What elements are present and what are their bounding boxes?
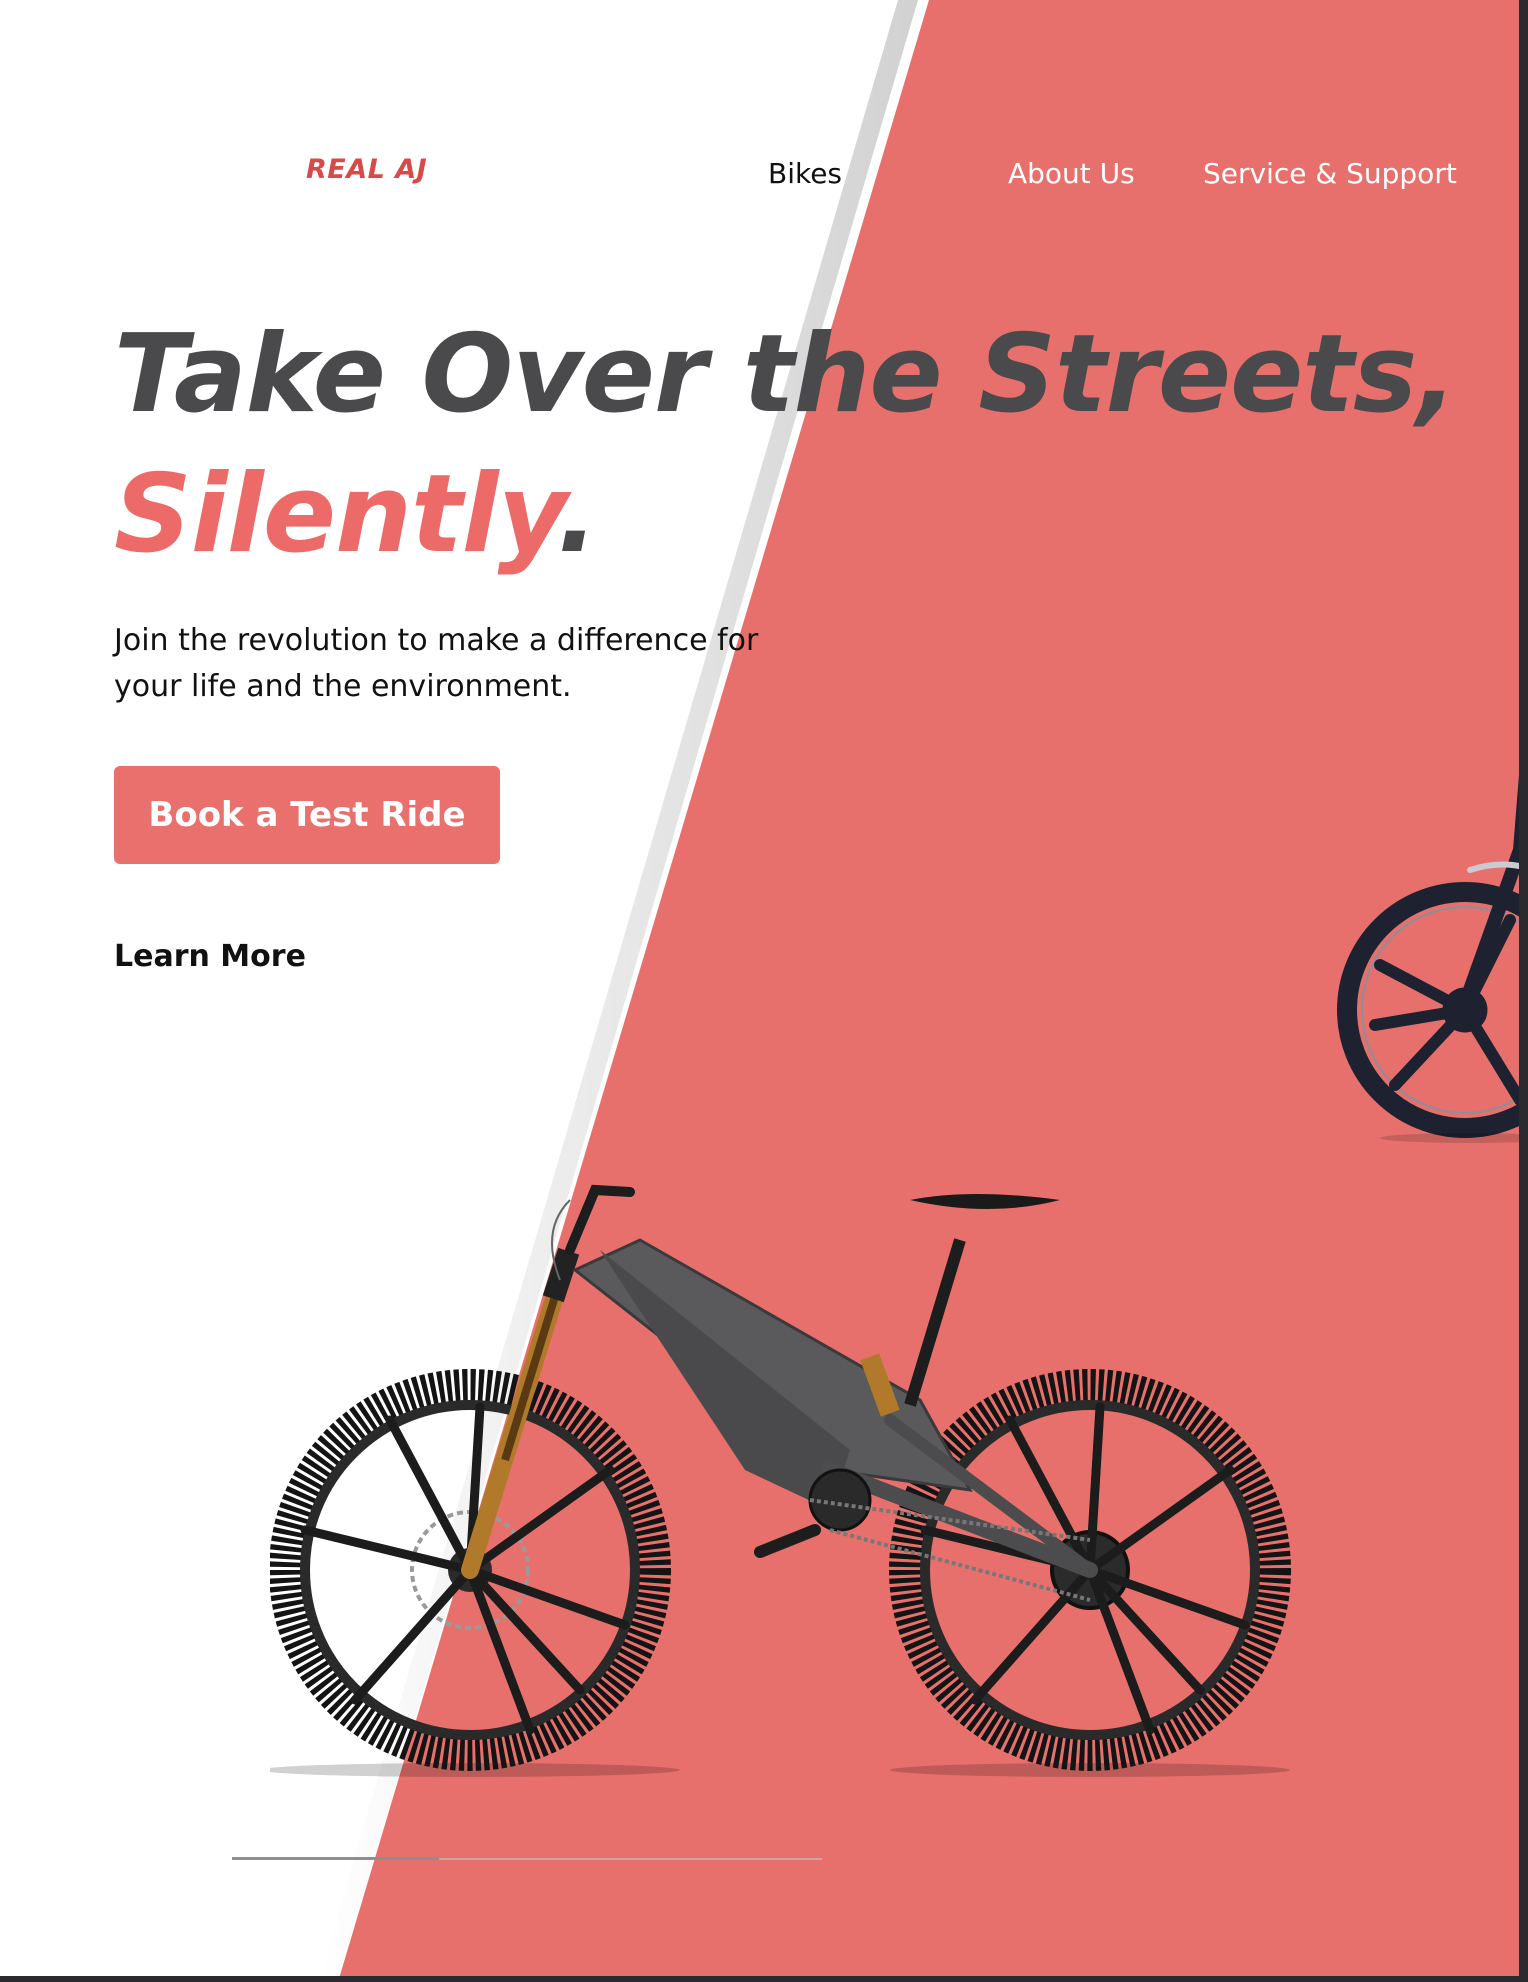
partial-bike-image[interactable]: [1320, 690, 1528, 1150]
learn-more-link[interactable]: Learn More: [114, 939, 306, 974]
nav-link-service-support[interactable]: Service & Support: [1203, 157, 1457, 190]
headline-period: .: [557, 452, 598, 577]
headline-line-1: Take Over the Streets,: [114, 312, 1457, 437]
book-test-ride-button[interactable]: Book a Test Ride: [114, 766, 500, 864]
carousel-progress-indicator[interactable]: [232, 1857, 439, 1860]
nav-link-bikes[interactable]: Bikes: [768, 157, 842, 190]
hero-subtext: Join the revolution to make a difference…: [114, 623, 759, 704]
electric-mountain-bike-image[interactable]: [270, 1170, 1380, 1790]
window-frame-right: [1519, 0, 1528, 1982]
hero-headline: Take Over the Streets, Silently.: [114, 305, 1457, 585]
headline-accent-word: Silently: [114, 452, 558, 577]
nav-link-about-us[interactable]: About Us: [1008, 157, 1135, 190]
window-frame-bottom: [0, 1976, 1528, 1982]
brand-logo[interactable]: REAL AJ: [306, 154, 427, 185]
